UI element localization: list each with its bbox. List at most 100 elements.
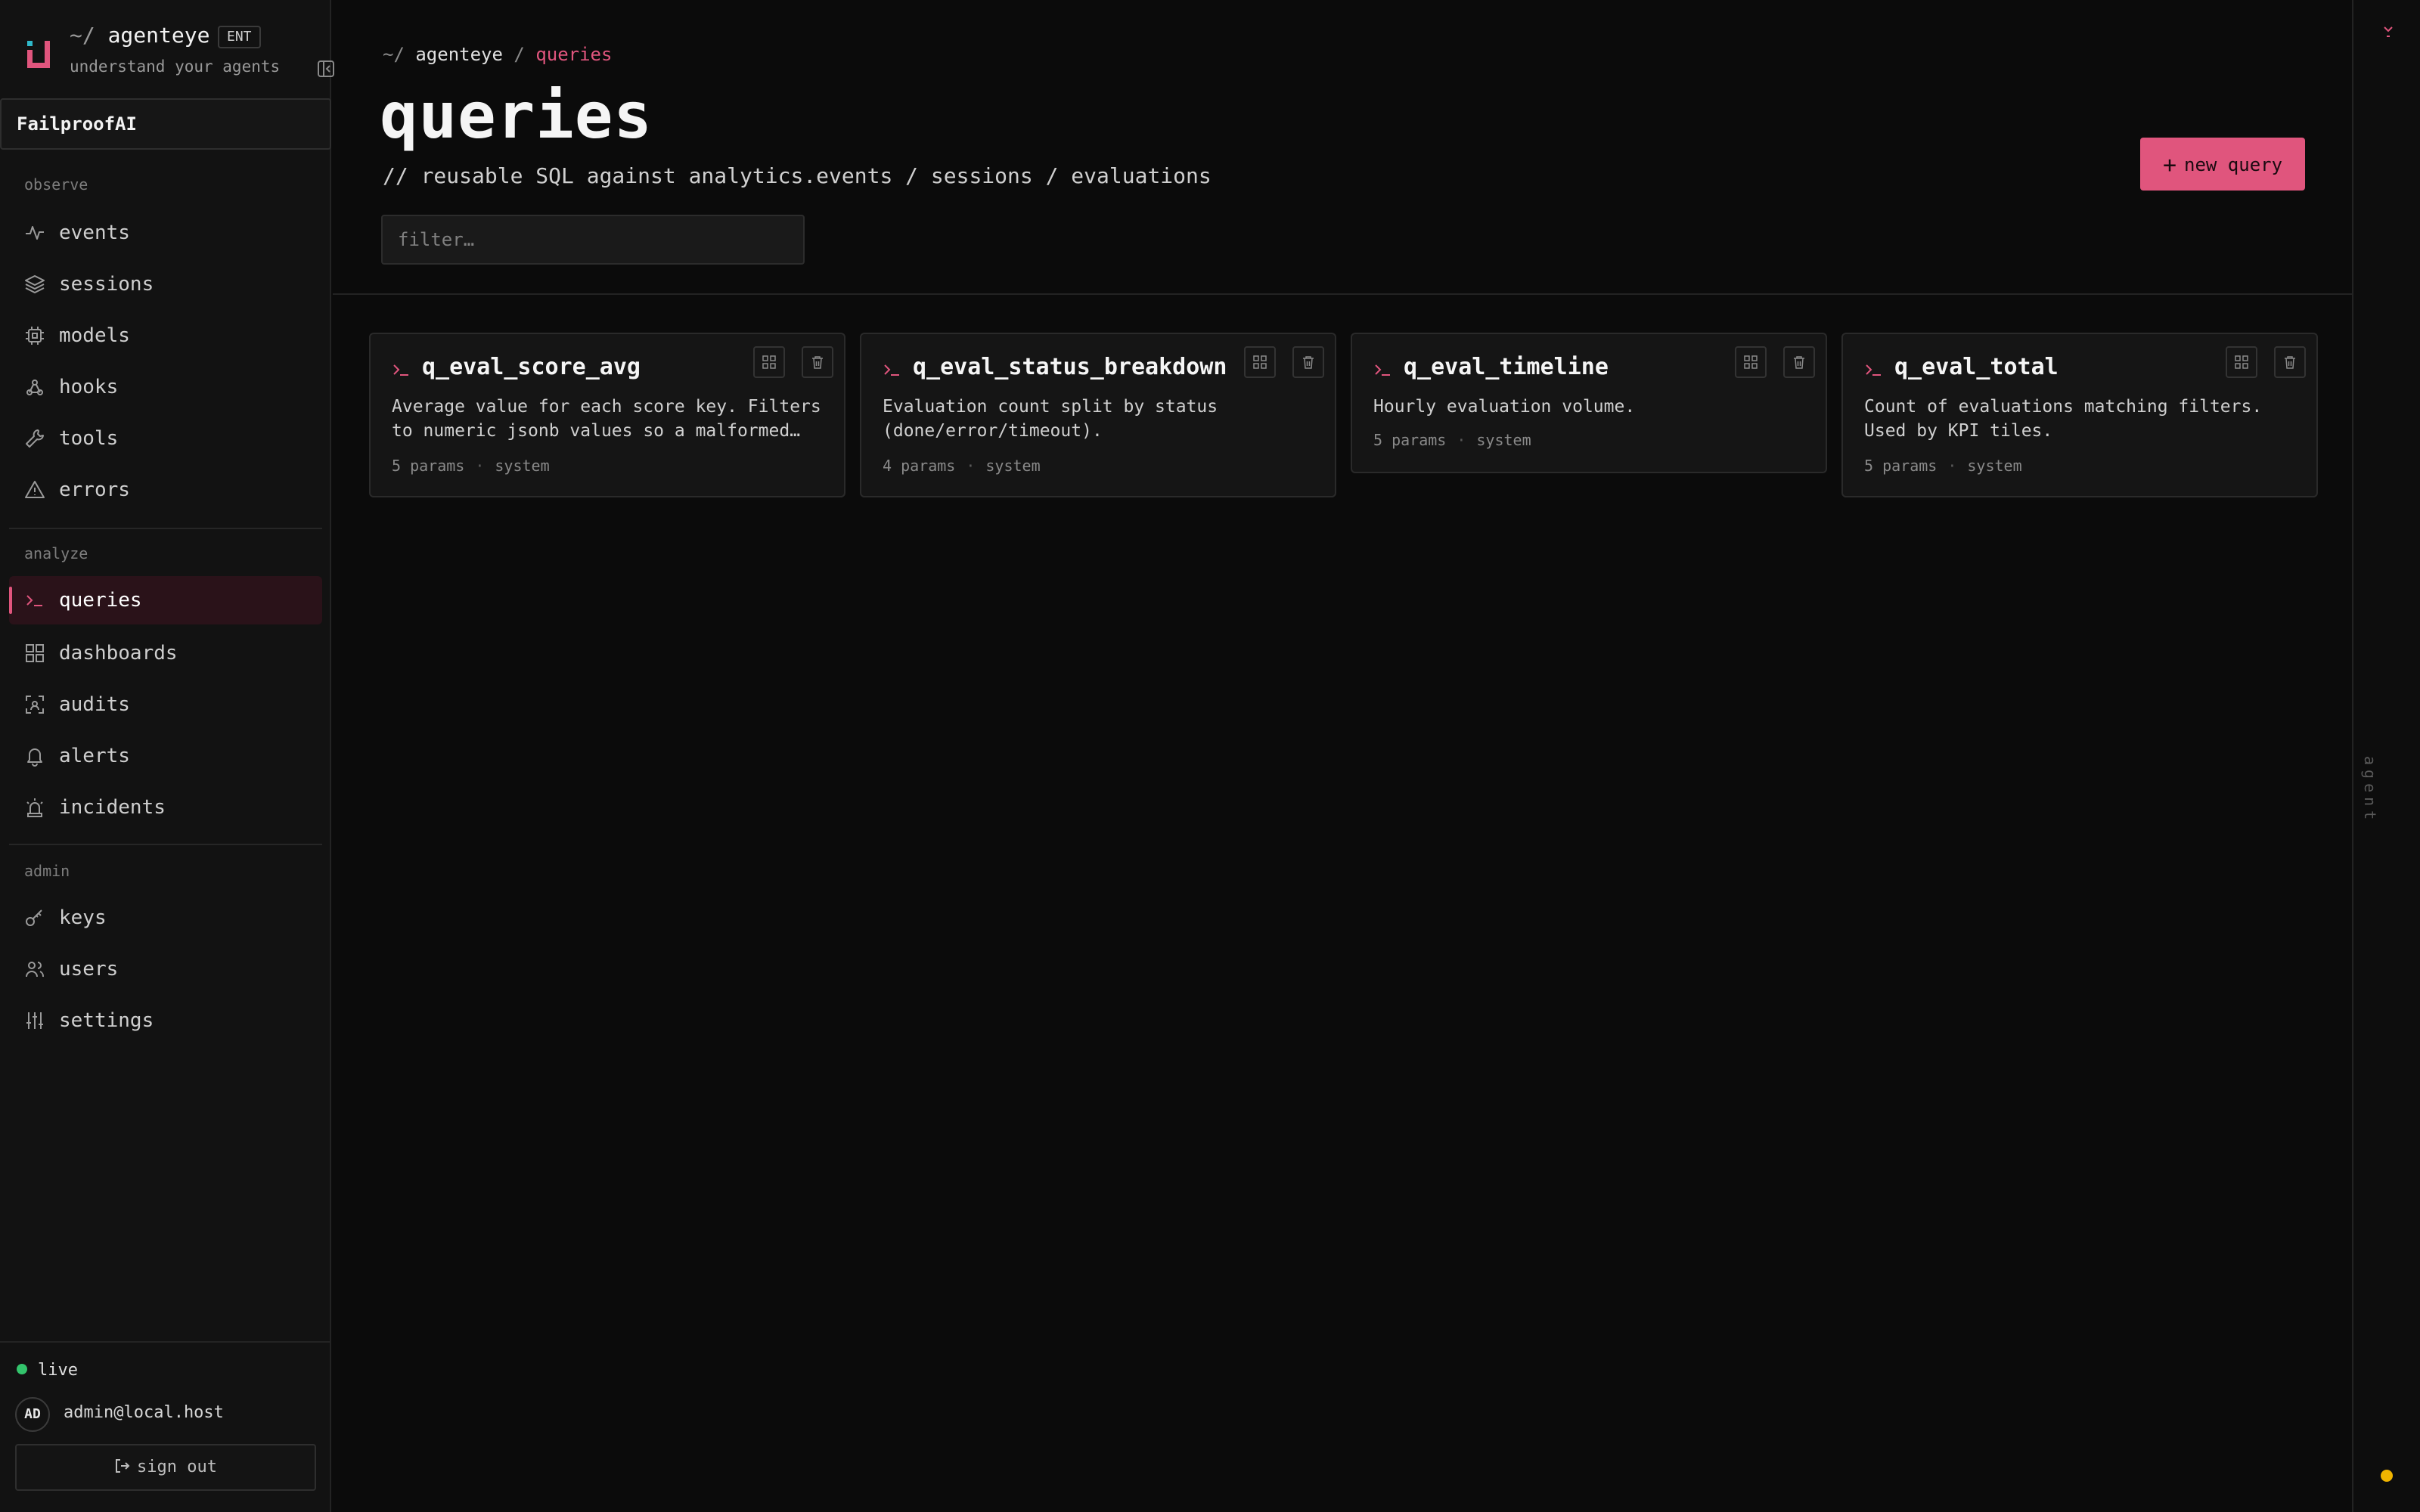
trash-icon xyxy=(1794,356,1804,369)
sidebar-item-errors[interactable]: errors xyxy=(9,466,322,514)
scan-icon xyxy=(26,696,44,714)
delete-query-button[interactable] xyxy=(2274,346,2306,378)
sidebar-item-hooks[interactable]: hooks xyxy=(9,363,322,411)
grid-icon xyxy=(1253,355,1267,369)
query-name: q_eval_timeline xyxy=(1404,354,1609,380)
breadcrumb-tilde: ~/ xyxy=(383,44,405,65)
sidebar-item-audits[interactable]: audits xyxy=(9,680,322,729)
add-to-dashboard-button[interactable] xyxy=(2226,346,2257,378)
query-description: Average value for each score key. Filter… xyxy=(392,397,821,441)
add-to-dashboard-button[interactable] xyxy=(753,346,785,378)
sidebar-item-sessions[interactable]: sessions xyxy=(9,260,322,308)
query-card[interactable]: q_eval_total Count of evaluations matchi… xyxy=(1841,333,2318,497)
chevron-down-icon[interactable] xyxy=(2382,23,2394,41)
breadcrumb-separator: / xyxy=(513,44,525,65)
agenteye-logo-icon xyxy=(27,41,50,68)
layers-icon xyxy=(25,275,45,294)
query-card[interactable]: q_eval_status_breakdown Evaluation count… xyxy=(860,333,1336,497)
wrench-icon xyxy=(26,429,44,448)
sidebar-item-alerts[interactable]: alerts xyxy=(9,732,322,780)
query-card[interactable]: q_eval_timeline Hourly evaluation volume… xyxy=(1351,333,1827,473)
sidebar-item-label: keys xyxy=(59,906,107,929)
sliders-icon xyxy=(26,1012,43,1029)
sign-out-icon xyxy=(116,1459,130,1473)
query-params: 5 params xyxy=(1373,431,1447,449)
sidebar-divider xyxy=(9,528,322,529)
brand[interactable]: ~/ agenteye ENT understand your agents xyxy=(23,20,334,80)
query-owner: system xyxy=(985,457,1041,475)
page-subtitle: // reusable SQL against analytics.events… xyxy=(383,163,1212,188)
breadcrumb-root[interactable]: agenteye xyxy=(415,44,503,65)
live-status-label: live xyxy=(38,1361,78,1380)
grid-icon xyxy=(2235,355,2248,369)
terminal-icon xyxy=(1866,364,1881,376)
add-to-dashboard-button[interactable] xyxy=(1735,346,1767,378)
add-to-dashboard-button[interactable] xyxy=(1244,346,1276,378)
query-meta: 5 params · system xyxy=(392,457,550,475)
activity-icon xyxy=(26,226,44,240)
sidebar-footer-divider xyxy=(0,1341,331,1343)
sidebar-item-label: users xyxy=(59,958,119,981)
agent-status-dot xyxy=(2381,1470,2393,1482)
grid-icon xyxy=(1744,355,1758,369)
section-label-analyze: analyze xyxy=(24,544,88,562)
sidebar-item-label: models xyxy=(59,324,130,347)
sidebar-item-label: dashboards xyxy=(59,642,178,665)
sign-out-button[interactable]: sign out xyxy=(15,1444,316,1491)
sidebar-item-incidents[interactable]: incidents xyxy=(9,783,322,832)
trash-icon xyxy=(1303,356,1314,369)
users-icon xyxy=(26,962,44,978)
siren-icon xyxy=(26,798,43,817)
page-title: queries xyxy=(380,79,653,153)
webhook-icon xyxy=(26,380,43,395)
sidebar: ~/ agenteye ENT understand your agents F… xyxy=(0,0,334,1512)
key-icon xyxy=(26,909,42,926)
breadcrumb-current: queries xyxy=(535,44,613,65)
filter-input[interactable] xyxy=(381,215,805,265)
query-owner: system xyxy=(495,457,550,475)
query-name: q_eval_total xyxy=(1894,354,2059,380)
brand-tagline: understand your agents xyxy=(70,57,281,76)
brand-name: agenteye xyxy=(107,23,210,48)
sidebar-item-queries[interactable]: queries xyxy=(9,576,322,624)
sidebar-item-users[interactable]: users xyxy=(9,945,322,993)
sidebar-item-keys[interactable]: keys xyxy=(9,894,322,942)
new-query-label: new query xyxy=(2184,154,2283,175)
query-card[interactable]: q_eval_score_avg Average value for each … xyxy=(369,333,845,497)
query-owner: system xyxy=(1967,457,2022,475)
sidebar-item-tools[interactable]: tools xyxy=(9,414,322,463)
sidebar-item-label: sessions xyxy=(59,273,154,296)
live-indicator-dot xyxy=(17,1364,27,1374)
query-description: Evaluation count split by status (done/e… xyxy=(883,397,1218,441)
sign-out-label: sign out xyxy=(137,1458,217,1476)
sidebar-item-settings[interactable]: settings xyxy=(9,996,322,1045)
header-divider xyxy=(333,293,2352,295)
terminal-icon xyxy=(884,364,899,376)
query-params: 5 params xyxy=(1864,457,1938,475)
agent-panel-rail[interactable]: agent xyxy=(2352,0,2420,1512)
delete-query-button[interactable] xyxy=(1292,346,1324,378)
org-selector[interactable]: FailproofAI xyxy=(0,98,331,150)
warning-icon xyxy=(25,481,45,498)
sidebar-item-dashboards[interactable]: dashboards xyxy=(9,629,322,677)
query-meta: 5 params · system xyxy=(1373,431,1531,449)
live-status: live xyxy=(17,1361,78,1380)
new-query-button[interactable]: + new query xyxy=(2140,138,2305,191)
sidebar-item-label: hooks xyxy=(59,376,119,398)
sidebar-item-label: queries xyxy=(59,589,142,612)
avatar[interactable]: AD xyxy=(15,1397,50,1432)
delete-query-button[interactable] xyxy=(802,346,833,378)
sidebar-item-events[interactable]: events xyxy=(9,209,322,257)
terminal-icon xyxy=(393,364,408,376)
grid-icon xyxy=(762,355,776,369)
brand-title: ~/ agenteye xyxy=(70,23,209,48)
sidebar-item-models[interactable]: models xyxy=(9,311,322,360)
brand-tilde: ~/ xyxy=(70,23,95,48)
delete-query-button[interactable] xyxy=(1783,346,1815,378)
trash-icon xyxy=(812,356,823,369)
sidebar-item-label: settings xyxy=(59,1009,154,1032)
sidebar-item-label: audits xyxy=(59,693,130,716)
cpu-icon xyxy=(26,327,44,345)
sidebar-item-label: events xyxy=(59,222,130,244)
query-meta: 4 params · system xyxy=(883,457,1041,475)
